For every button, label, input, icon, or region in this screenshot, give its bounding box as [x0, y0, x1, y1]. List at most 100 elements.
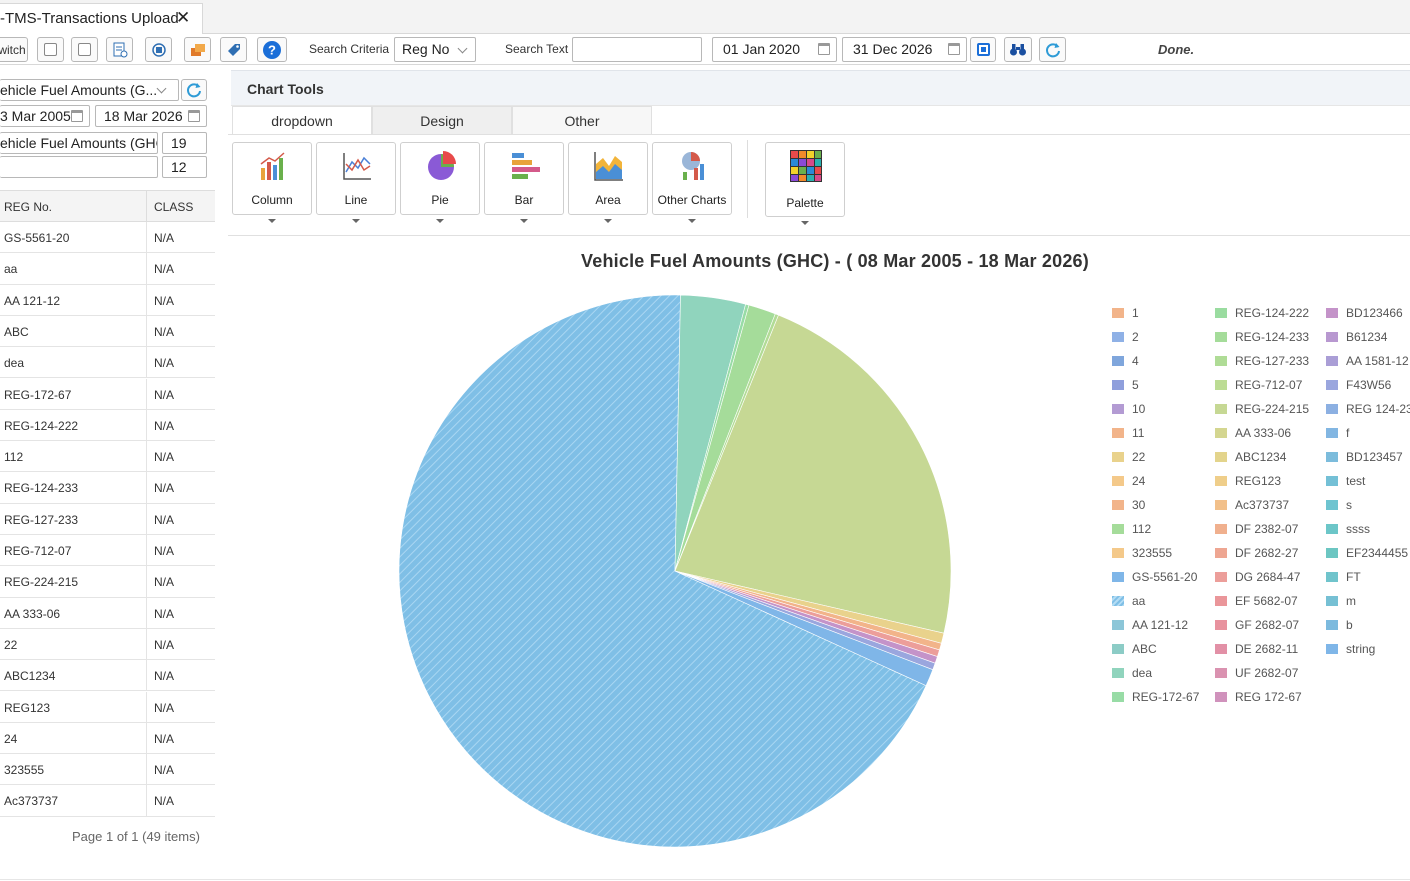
- class-cell: N/A: [154, 293, 175, 308]
- report-button[interactable]: [106, 37, 133, 62]
- tab-dropdown[interactable]: dropdown: [232, 106, 372, 135]
- column-chart-dropdown-caret[interactable]: [268, 219, 276, 223]
- legend-label: DF 2682-27: [1235, 546, 1299, 560]
- tab-other[interactable]: Other: [512, 106, 652, 135]
- calendar-icon[interactable]: [71, 110, 83, 122]
- pie-chart-dropdown-caret[interactable]: [436, 219, 444, 223]
- date-to-field[interactable]: 31 Dec 2026: [842, 37, 967, 62]
- column-divider: [146, 378, 147, 409]
- column-header-class[interactable]: CLASS: [154, 200, 193, 214]
- search-text-input[interactable]: [572, 37, 702, 62]
- bar-chart-button[interactable]: Bar: [484, 142, 564, 215]
- legend-swatch: [1112, 356, 1124, 366]
- class-cell: N/A: [154, 575, 175, 590]
- blank-button-2[interactable]: [71, 37, 98, 62]
- sync-button[interactable]: [145, 37, 172, 62]
- legend-label: REG-712-07: [1235, 378, 1303, 392]
- table-row[interactable]: AA 121-12 N/A: [0, 284, 215, 316]
- table-row[interactable]: REG-124-233 N/A: [0, 472, 215, 504]
- tag-button[interactable]: [220, 37, 247, 62]
- table-row[interactable]: AA 333-06 N/A: [0, 597, 215, 629]
- footer-divider: [0, 879, 1410, 880]
- other-charts-label: Other Charts: [657, 193, 727, 207]
- legend-label: BD123466: [1346, 306, 1403, 320]
- column-header-reg-no[interactable]: REG No.: [4, 200, 52, 214]
- report-select[interactable]: ehicle Fuel Amounts (G...: [0, 79, 179, 101]
- column-chart-label: Column: [251, 193, 293, 207]
- blank-button-1[interactable]: [37, 37, 64, 62]
- legend-swatch: [1112, 332, 1124, 342]
- legend-label: 22: [1132, 450, 1146, 464]
- tab-transactions-upload[interactable]: -TMS-Transactions Upload ✕: [0, 3, 203, 34]
- calendar-icon[interactable]: [188, 110, 200, 122]
- legend-label: 2: [1132, 330, 1139, 344]
- title-font-size-field[interactable]: 19: [162, 132, 207, 154]
- table-row[interactable]: REG-127-233 N/A: [0, 503, 215, 535]
- table-row[interactable]: 22 N/A: [0, 628, 215, 661]
- calendar-icon[interactable]: [948, 43, 960, 55]
- refresh-report-button[interactable]: [181, 79, 207, 101]
- palette-dropdown-caret[interactable]: [801, 221, 809, 225]
- other-charts-button[interactable]: Other Charts: [652, 142, 732, 215]
- pie-chart-button[interactable]: Pie: [400, 142, 480, 215]
- legend-swatch: [1326, 500, 1338, 510]
- line-chart-button[interactable]: Line: [316, 142, 396, 215]
- report-date-to[interactable]: 18 Mar 2026: [95, 105, 207, 127]
- refresh-button[interactable]: [1039, 37, 1066, 62]
- tab-design[interactable]: Design: [372, 106, 512, 135]
- table-row[interactable]: 112 N/A: [0, 441, 215, 473]
- table-row[interactable]: 24 N/A: [0, 722, 215, 755]
- line-chart-dropdown-caret[interactable]: [352, 219, 360, 223]
- area-chart-dropdown-caret[interactable]: [604, 219, 612, 223]
- find-button[interactable]: [1004, 37, 1032, 62]
- bar-chart-dropdown-caret[interactable]: [520, 219, 528, 223]
- subtitle-font-size-field[interactable]: 12: [162, 156, 207, 178]
- legend-swatch: [1112, 548, 1124, 558]
- table-row[interactable]: REG123 N/A: [0, 691, 215, 723]
- help-icon: ?: [263, 40, 281, 59]
- table-row[interactable]: dea N/A: [0, 347, 215, 379]
- table-row[interactable]: ABC N/A: [0, 315, 215, 348]
- close-icon[interactable]: ✕: [176, 8, 190, 28]
- search-criteria-select[interactable]: Reg No: [394, 37, 476, 62]
- legend-label: b: [1346, 618, 1353, 632]
- other-charts-dropdown-caret[interactable]: [688, 219, 696, 223]
- legend-label: REG123: [1235, 474, 1282, 488]
- column-divider: [146, 722, 147, 754]
- class-cell: N/A: [154, 606, 175, 621]
- legend-swatch: [1215, 596, 1227, 606]
- report-select-value: ehicle Fuel Amounts (G...: [0, 82, 158, 98]
- legend-label: GF 2682-07: [1235, 618, 1300, 632]
- export-button[interactable]: [184, 37, 211, 62]
- switch-button[interactable]: witch: [0, 37, 28, 62]
- legend-swatch: [1112, 644, 1124, 654]
- calendar-icon[interactable]: [818, 43, 830, 55]
- palette-button[interactable]: Palette: [765, 142, 845, 217]
- table-row[interactable]: GS-5561-20 N/A: [0, 222, 215, 254]
- legend-label: 323555: [1132, 546, 1173, 560]
- table-row[interactable]: 323555 N/A: [0, 754, 215, 786]
- area-chart-button[interactable]: Area: [568, 142, 648, 215]
- table-row[interactable]: Ac373737 N/A: [0, 785, 215, 817]
- table-row[interactable]: REG-172-67 N/A: [0, 378, 215, 410]
- column-chart-button[interactable]: Column: [232, 142, 312, 215]
- table-row[interactable]: ABC1234 N/A: [0, 660, 215, 692]
- report-date-from[interactable]: 3 Mar 2005: [0, 105, 90, 127]
- binoculars-icon: [1010, 43, 1026, 55]
- help-button[interactable]: ?: [257, 37, 287, 62]
- pie-chart[interactable]: [390, 286, 960, 856]
- date-from-field[interactable]: 01 Jan 2020: [712, 37, 837, 62]
- sync-icon: [151, 42, 166, 57]
- chart-title-field[interactable]: ehicle Fuel Amounts (GHC: [0, 132, 158, 154]
- chart-subtitle-field[interactable]: [0, 156, 158, 178]
- table-row[interactable]: REG-224-215 N/A: [0, 566, 215, 598]
- legend-swatch: [1112, 404, 1124, 414]
- report-date-from-value: 3 Mar 2005: [0, 108, 71, 124]
- table-row[interactable]: REG-124-222 N/A: [0, 409, 215, 442]
- column-divider: [146, 535, 147, 566]
- class-cell: N/A: [154, 669, 175, 684]
- line-chart-label: Line: [344, 193, 368, 207]
- stop-button[interactable]: [970, 37, 996, 62]
- table-row[interactable]: REG-712-07 N/A: [0, 535, 215, 567]
- table-row[interactable]: aa N/A: [0, 253, 215, 285]
